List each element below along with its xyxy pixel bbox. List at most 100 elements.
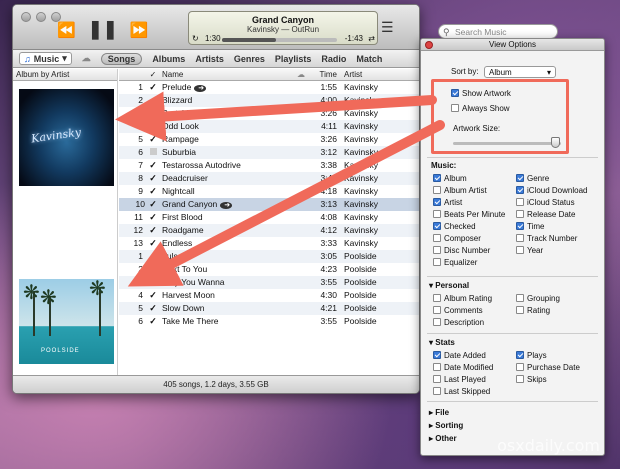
column-option-checkbox[interactable]: Release Date xyxy=(516,210,575,219)
table-row[interactable]: 6 ✓ Take Me There 3:55 Poolside xyxy=(119,315,419,328)
table-row[interactable]: 2 ✓ Next To You 4:23 Poolside xyxy=(119,263,419,276)
column-option-checkbox[interactable]: Composer xyxy=(433,234,481,243)
table-row[interactable]: 11 ✓ First Blood 4:08 Kavinsky xyxy=(119,211,419,224)
arrow-circle-icon[interactable]: ➜ xyxy=(220,202,233,209)
column-option-checkbox[interactable]: Plays xyxy=(516,351,547,360)
track-checkbox[interactable] xyxy=(147,146,159,159)
album-artwork-poolside[interactable]: ❋ ❋ ❋ POOLSIDE xyxy=(19,279,114,364)
track-checkbox[interactable]: ✓ xyxy=(147,185,159,198)
table-row[interactable]: 5 ✓ Slow Down 4:21 Poolside xyxy=(119,302,419,315)
track-checkbox[interactable]: ✓ xyxy=(147,224,159,237)
column-option-checkbox[interactable]: Genre xyxy=(516,174,549,183)
track-checkbox[interactable]: ✓ xyxy=(147,263,159,276)
column-option-checkbox[interactable]: Last Skipped xyxy=(433,387,490,396)
tab-genres[interactable]: Genres xyxy=(234,54,265,64)
tab-playlists[interactable]: Playlists xyxy=(275,54,312,64)
track-checkbox[interactable]: ✓ xyxy=(147,159,159,172)
minimize-window-button[interactable] xyxy=(36,12,46,22)
column-header-checked[interactable]: ✓ xyxy=(147,69,159,81)
close-window-button[interactable] xyxy=(21,12,31,22)
fast-forward-icon[interactable]: ⏩ xyxy=(130,21,149,39)
column-option-checkbox[interactable]: Track Number xyxy=(516,234,577,243)
track-checkbox[interactable]: ✓ xyxy=(147,250,159,263)
other-section-toggle[interactable]: ▸ Other xyxy=(429,434,457,443)
tab-albums[interactable]: Albums xyxy=(152,54,185,64)
track-checkbox[interactable]: ✓ xyxy=(147,81,159,94)
track-checkbox[interactable]: ✓ xyxy=(147,276,159,289)
sorting-section-toggle[interactable]: ▸ Sorting xyxy=(429,421,463,430)
table-row[interactable]: 4 ✓ Harvest Moon 4:30 Poolside xyxy=(119,289,419,302)
rewind-icon[interactable]: ⏪ xyxy=(57,21,76,39)
stats-section-toggle[interactable]: ▾ Stats xyxy=(429,338,455,347)
column-option-checkbox[interactable]: Purchase Date xyxy=(516,363,580,372)
library-selector[interactable]: ♫ Music ▾ xyxy=(19,52,72,65)
track-checkbox[interactable]: ✓ xyxy=(147,107,159,120)
up-next-list-icon[interactable]: ☰ xyxy=(381,19,394,36)
column-option-checkbox[interactable]: Album Rating xyxy=(433,294,492,303)
progress-bar[interactable] xyxy=(222,38,337,42)
table-row[interactable]: 5 ✓ Rampage 3:26 Kavinsky xyxy=(119,133,419,146)
column-option-checkbox[interactable]: Album xyxy=(433,174,467,183)
table-row[interactable]: 12 ✓ Roadgame 4:12 Kavinsky xyxy=(119,224,419,237)
column-option-checkbox[interactable]: Equalizer xyxy=(433,258,477,267)
table-row[interactable]: 8 ✓ Deadcruiser 3:43 Kavinsky xyxy=(119,172,419,185)
column-header-album-by-artist[interactable]: Album by Artist xyxy=(13,69,117,81)
repeat-icon[interactable]: ↻ xyxy=(192,34,199,43)
track-checkbox[interactable]: ✓ xyxy=(147,133,159,146)
sort-by-select[interactable]: Album ▾ xyxy=(484,66,556,78)
table-row[interactable]: 4 ✓ Odd Look 4:11 Kavinsky xyxy=(119,120,419,133)
column-option-checkbox[interactable]: Time xyxy=(516,222,544,231)
column-option-checkbox[interactable]: Beats Per Minute xyxy=(433,210,505,219)
shuffle-icon[interactable]: ⇄ xyxy=(368,34,375,43)
column-header-time[interactable]: Time xyxy=(311,69,341,81)
cloud-icon[interactable]: ☁ xyxy=(82,53,91,64)
track-checkbox[interactable]: ✓ xyxy=(147,198,159,211)
column-option-checkbox[interactable]: Skips xyxy=(516,375,547,384)
table-row[interactable]: 10 ✓ Grand Canyon ➜ 3:13 Kavinsky xyxy=(119,198,419,211)
pause-icon[interactable]: ❚❚ xyxy=(88,19,118,40)
column-option-checkbox[interactable]: Checked xyxy=(433,222,476,231)
column-option-checkbox[interactable]: Artist xyxy=(433,198,462,207)
tab-songs[interactable]: Songs xyxy=(100,52,143,65)
table-row[interactable]: 6 Suburbia 3:12 Kavinsky xyxy=(119,146,419,159)
file-section-toggle[interactable]: ▸ File xyxy=(429,408,449,417)
track-checkbox[interactable]: ✓ xyxy=(147,302,159,315)
track-checkbox[interactable]: ✓ xyxy=(147,211,159,224)
personal-section-toggle[interactable]: ▾ Personal xyxy=(429,281,469,290)
track-checkbox[interactable]: ✓ xyxy=(147,172,159,185)
column-option-checkbox[interactable]: Album Artist xyxy=(433,186,487,195)
column-option-checkbox[interactable]: iCloud Download xyxy=(516,186,587,195)
column-header-name[interactable]: Name xyxy=(159,69,291,81)
table-row[interactable]: 9 ✓ Nightcall 4:18 Kavinsky xyxy=(119,185,419,198)
column-option-checkbox[interactable]: Disc Number xyxy=(433,246,490,255)
column-option-checkbox[interactable]: Year xyxy=(516,246,543,255)
column-option-checkbox[interactable]: Rating xyxy=(516,306,550,315)
column-option-checkbox[interactable]: Date Modified xyxy=(433,363,493,372)
tab-artists[interactable]: Artists xyxy=(195,54,224,64)
column-option-checkbox[interactable]: Description xyxy=(433,318,484,327)
arrow-circle-icon[interactable]: ➜ xyxy=(194,85,207,92)
column-header-artist[interactable]: Artist xyxy=(341,69,411,81)
table-row[interactable]: 3 ✓ Why You Wanna 3:55 Poolside xyxy=(119,276,419,289)
search-input[interactable]: ⚲ Search Music xyxy=(438,24,558,39)
table-row[interactable]: 1 ✓ Prelude ➜ 1:55 Kavinsky xyxy=(119,81,419,94)
tab-radio[interactable]: Radio xyxy=(321,54,346,64)
column-option-checkbox[interactable]: Date Added xyxy=(433,351,486,360)
track-checkbox[interactable]: ✓ xyxy=(147,237,159,250)
table-row[interactable]: 13 ✓ Endless 3:33 Kavinsky xyxy=(119,237,419,250)
table-row[interactable]: 3 ✓ ProtoVision 3:26 Kavinsky xyxy=(119,107,419,120)
column-option-checkbox[interactable]: Grouping xyxy=(516,294,560,303)
column-option-checkbox[interactable]: Comments xyxy=(433,306,483,315)
track-checkbox[interactable]: ✓ xyxy=(147,94,159,107)
track-checkbox[interactable]: ✓ xyxy=(147,315,159,328)
table-row[interactable]: 7 ✓ Testarossa Autodrive 3:38 Kavinsky xyxy=(119,159,419,172)
column-option-checkbox[interactable]: Last Played xyxy=(433,375,486,384)
track-checkbox[interactable]: ✓ xyxy=(147,289,159,302)
table-row[interactable]: 1 ✓ Tulsa 3:05 Poolside xyxy=(119,250,419,263)
tab-match[interactable]: Match xyxy=(356,54,382,64)
track-checkbox[interactable]: ✓ xyxy=(147,120,159,133)
table-row[interactable]: 2 ✓ Blizzard 4:00 Kavinsky xyxy=(119,94,419,107)
close-panel-button[interactable] xyxy=(425,41,433,49)
album-artwork-outrun[interactable]: Kavinsky xyxy=(19,89,114,186)
cloud-status-icon[interactable]: ☁ xyxy=(291,69,311,81)
